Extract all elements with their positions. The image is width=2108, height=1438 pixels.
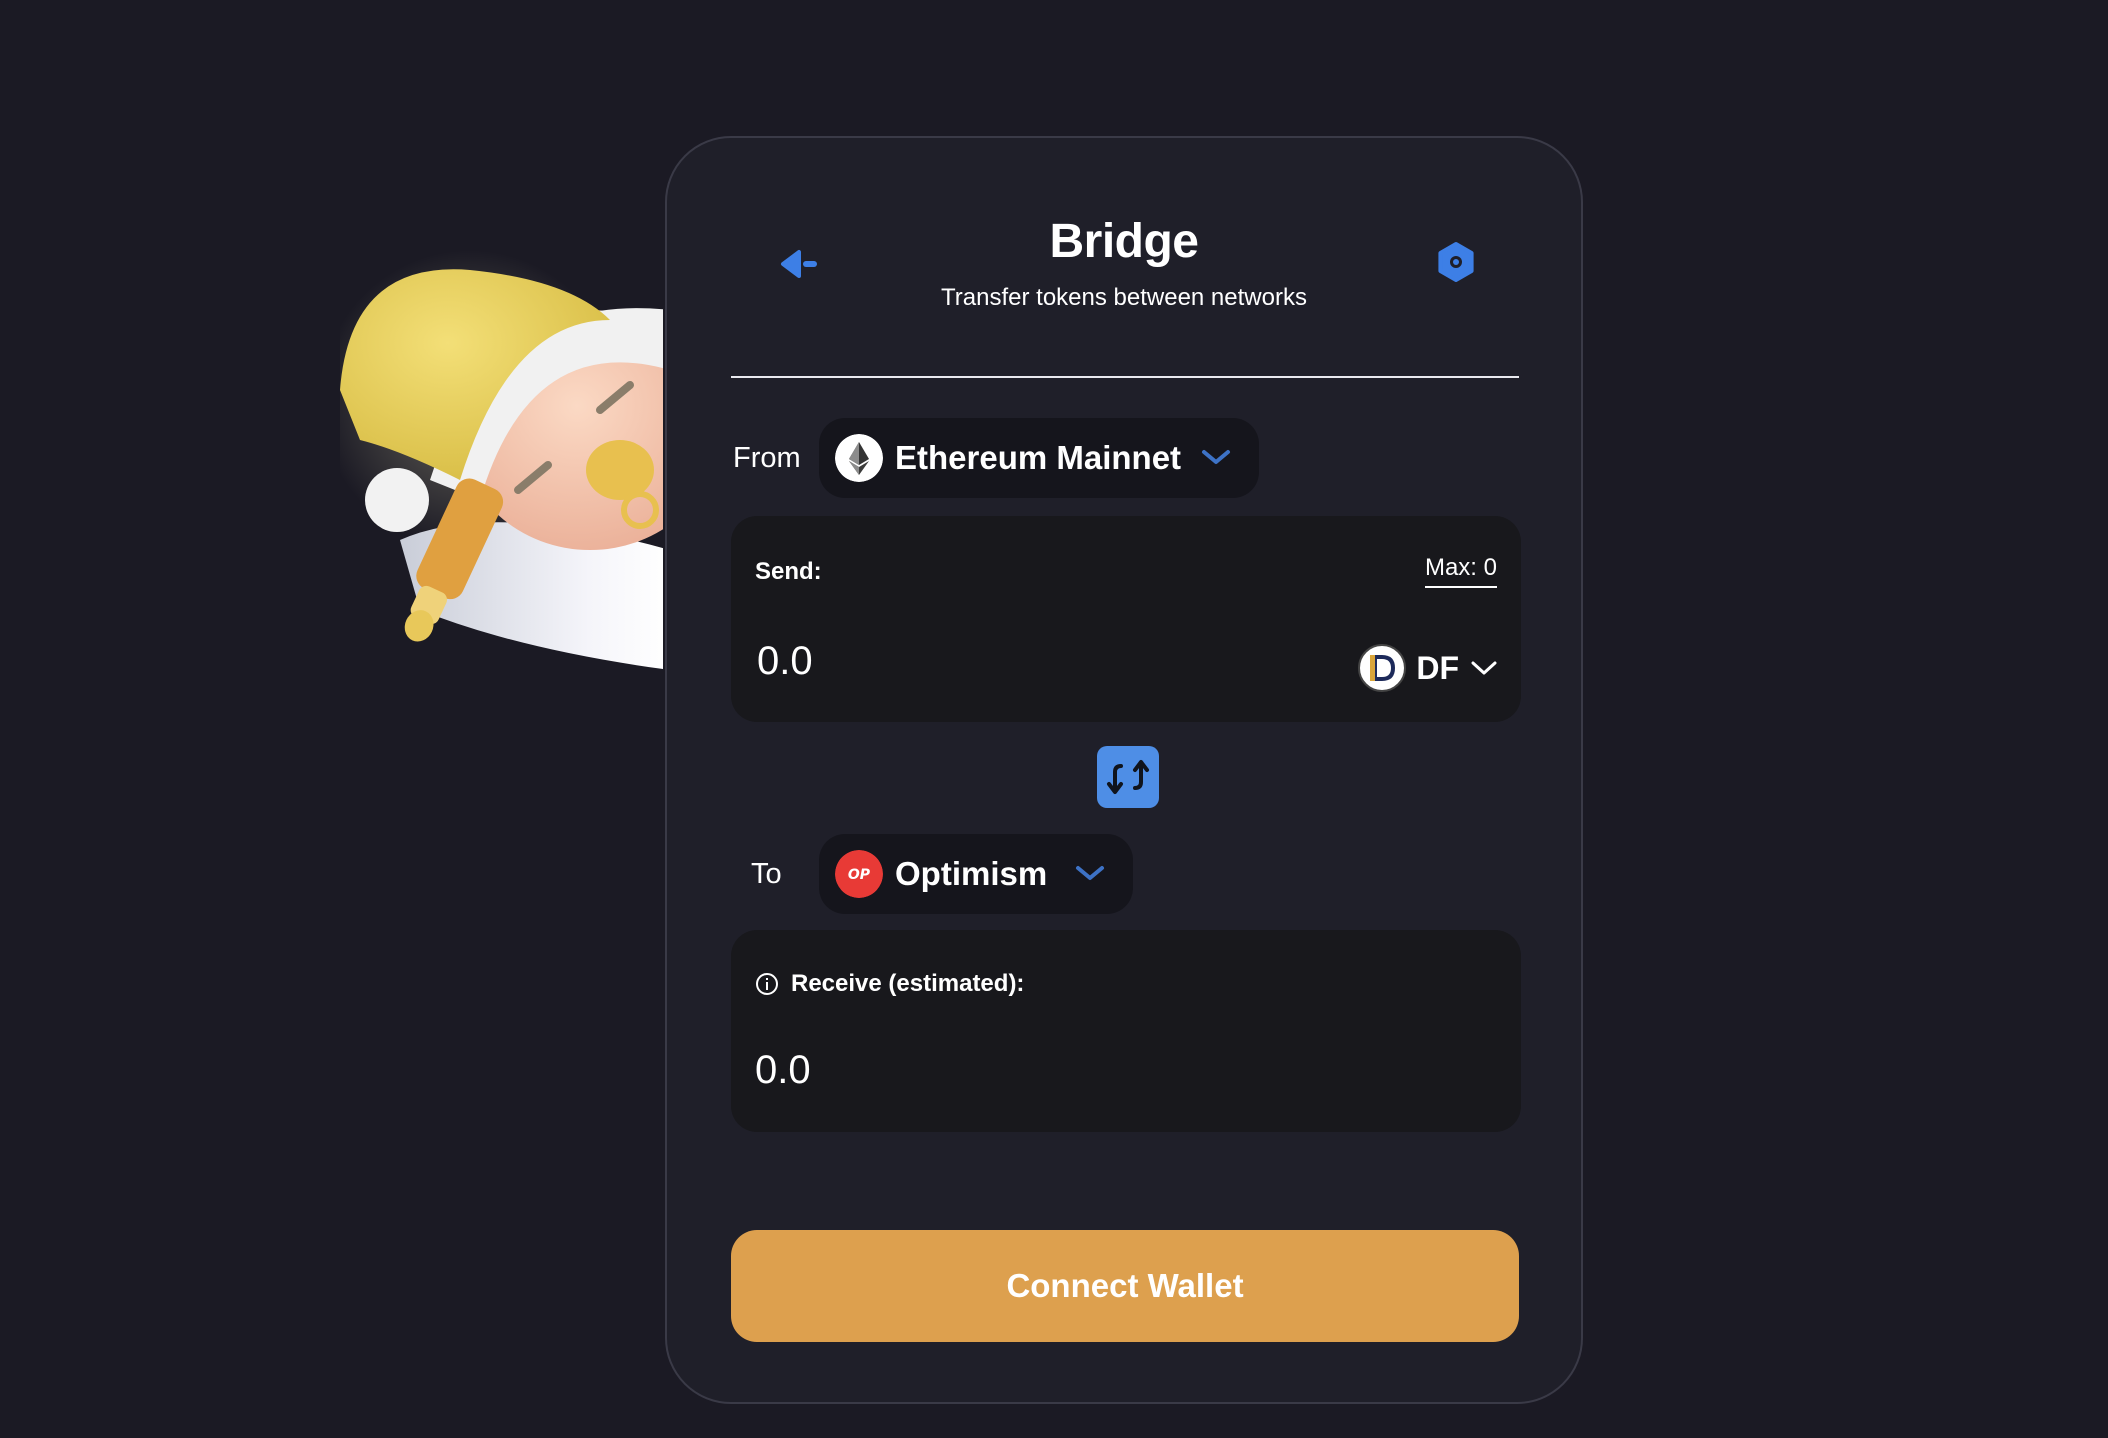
to-label: To <box>751 858 782 890</box>
page-subtitle: Transfer tokens between networks <box>941 284 1307 311</box>
optimism-icon-text: OP <box>848 867 871 883</box>
receive-amount: 0.0 <box>755 1048 811 1092</box>
swap-direction-button[interactable] <box>1097 746 1159 808</box>
chevron-down-icon <box>1076 866 1104 880</box>
page: Bridge Transfer tokens between networks … <box>0 0 2108 1438</box>
token-select[interactable]: DF <box>1358 644 1497 692</box>
info-icon <box>756 973 778 995</box>
swap-arrows-icon <box>1107 760 1149 794</box>
ethereum-icon <box>835 434 883 482</box>
baby-mascot-illustration <box>340 250 663 670</box>
from-network-name: Ethereum Mainnet <box>895 439 1182 476</box>
card-header: Bridge Transfer tokens between networks <box>667 138 1581 378</box>
receive-panel: Receive (estimated): 0.0 <box>731 930 1521 1132</box>
header-divider <box>731 376 1519 378</box>
send-panel: Send: Max: 0 DF <box>731 516 1521 722</box>
to-network-select[interactable]: OP Optimism <box>819 834 1133 914</box>
receive-label: Receive (estimated): <box>791 970 1025 997</box>
gear-icon[interactable] <box>1432 238 1480 286</box>
to-network-name: Optimism <box>895 855 1048 892</box>
token-name: DF <box>1416 649 1459 686</box>
connect-wallet-button[interactable]: Connect Wallet <box>731 1230 1519 1342</box>
df-token-icon <box>1358 644 1407 692</box>
chevron-down-icon <box>1202 450 1230 464</box>
bridge-card: Bridge Transfer tokens between networks … <box>665 136 1583 1404</box>
from-label: From <box>733 442 801 474</box>
chevron-down-icon <box>1471 661 1497 675</box>
send-label: Send: <box>755 558 822 585</box>
max-button[interactable]: Max: 0 <box>1424 554 1497 588</box>
optimism-icon: OP <box>835 850 883 898</box>
send-amount-input[interactable] <box>755 638 1159 685</box>
from-network-select[interactable]: Ethereum Mainnet <box>819 418 1259 498</box>
